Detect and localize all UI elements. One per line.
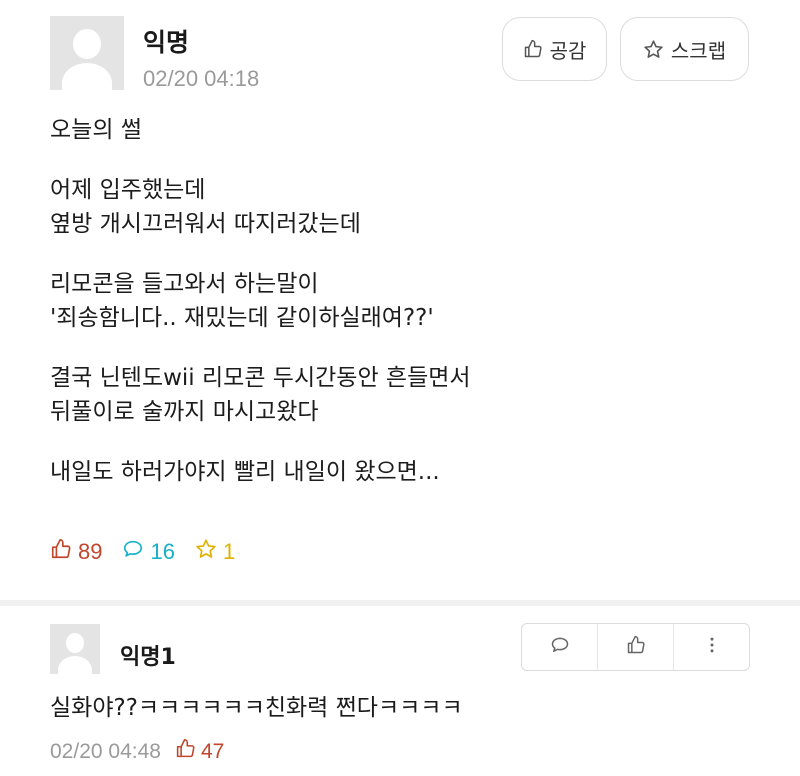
comment-item: 익명1 실화야??ㅋㅋㅋㅋㅋㅋ친화력 쩐다ㅋㅋㅋㅋ 02/20 04:48 47: [0, 606, 800, 776]
comment-author-avatar: [50, 624, 100, 674]
post-stats: 89 16 1: [50, 538, 255, 566]
post-content-line: 옆방 개시끄러워서 따지러갔는데: [50, 211, 361, 237]
comment-actions: [521, 623, 750, 671]
comment-text: 실화야??ㅋㅋㅋㅋㅋㅋ친화력 쩐다ㅋㅋㅋㅋ: [50, 695, 463, 721]
comment-like-button[interactable]: [598, 624, 674, 670]
post-scrap-button[interactable]: 스크랩: [620, 17, 749, 81]
post-content-line: 리모콘을 들고와서 하는말이: [50, 271, 319, 297]
post-scrap-count-value: 1: [222, 539, 236, 564]
comment-more-button[interactable]: [674, 624, 749, 670]
post-content-line: 어제 입주했는데: [50, 177, 206, 203]
post-like-count: 89: [50, 538, 102, 566]
more-vertical-icon: [702, 635, 722, 659]
post-content-line: 내일도 하러가야지 빨리 내일이 왔으면...: [50, 459, 440, 485]
post-scrap-count: 1: [195, 538, 235, 566]
post-like-count-value: 89: [78, 539, 103, 564]
thumbs-up-icon: [626, 635, 646, 659]
star-icon: [195, 538, 217, 566]
post-content: 오늘의 썰 어제 입주했는데 옆방 개시끄러워서 따지러갔는데 리모콘을 들고와…: [50, 113, 471, 489]
comment-reply-button[interactable]: [522, 624, 598, 670]
post-content-line: '죄송함니다.. 재밌는데 같이하실래여??': [50, 305, 434, 331]
post-author-avatar: [50, 16, 124, 90]
comment-like-count: 47: [175, 738, 224, 765]
thumbs-up-icon: [175, 738, 196, 765]
thumbs-up-icon: [523, 39, 543, 59]
post-comment-count: 16: [122, 538, 175, 566]
comment-date: 02/20 04:48: [50, 739, 161, 763]
post-author-name: 익명: [143, 28, 190, 57]
comment-bubble-icon: [550, 635, 570, 659]
post-content-line: 오늘의 썰: [50, 117, 142, 143]
star-icon: [643, 39, 664, 60]
post-content-line: 뒤풀이로 술까지 마시고왔다: [50, 399, 319, 425]
comment-author-name: 익명1: [120, 645, 176, 670]
comment-bubble-icon: [122, 538, 144, 566]
post-content-line: 결국 닌텐도wii 리모콘 두시간동안 흔들면서: [50, 365, 471, 391]
post-comment-count-value: 16: [150, 539, 175, 564]
post-date: 02/20 04:18: [143, 66, 260, 91]
post: 익명 02/20 04:18 공감 스크랩 오늘의 썰 어제 입주했는데 옆방 …: [0, 0, 800, 600]
comment-meta: 02/20 04:48 47: [50, 738, 224, 765]
thumbs-up-icon: [50, 538, 72, 566]
post-like-button[interactable]: 공감: [502, 17, 607, 81]
post-like-button-label: 공감: [549, 38, 587, 63]
post-scrap-button-label: 스크랩: [670, 38, 727, 63]
comment-like-count-value: 47: [200, 739, 225, 763]
